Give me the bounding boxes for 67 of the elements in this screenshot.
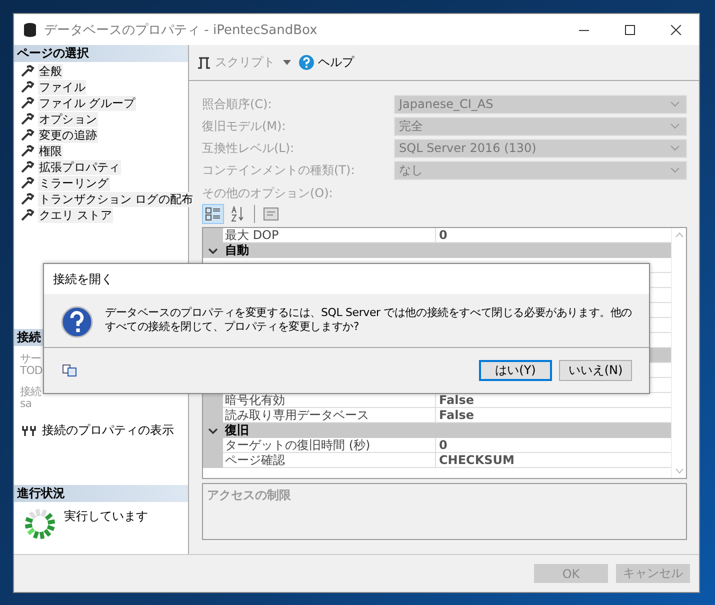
help-icon — [299, 55, 314, 70]
database-icon — [24, 22, 36, 36]
chevron-down-icon — [670, 101, 680, 107]
sort-icon — [230, 206, 246, 222]
yes-button[interactable]: はい(Y) — [479, 360, 552, 381]
category-header: 自動 — [223, 243, 671, 258]
page-item[interactable]: ファイル グループ — [38, 96, 136, 110]
page-item[interactable]: クエリ ストア — [38, 208, 113, 222]
collapse-icon[interactable] — [208, 426, 218, 434]
categorized-view-icon — [205, 207, 221, 221]
field-label: コンテインメントの種類(T): — [202, 162, 356, 178]
progress-status: 実行しています — [64, 508, 148, 525]
maximize-icon — [625, 24, 635, 34]
field-label: 互換性レベル(L): — [202, 140, 296, 156]
script-icon — [197, 56, 211, 70]
connection-info: サー — [20, 353, 41, 365]
wrench-icon — [21, 113, 35, 125]
row-header — [203, 393, 223, 408]
wrench-icon — [21, 81, 35, 93]
page-item[interactable]: オプション — [38, 112, 98, 126]
page-item[interactable]: 拡張プロパティ — [38, 160, 122, 174]
page-item[interactable]: トランザクション ログの配布 — [38, 192, 194, 206]
caret-icon[interactable] — [283, 60, 291, 65]
property-pages-icon — [263, 207, 279, 221]
wrench-icon — [21, 209, 35, 221]
connection-info: sa — [20, 398, 32, 410]
collapse-icon[interactable] — [208, 246, 218, 254]
question-icon — [61, 306, 93, 338]
wrench-icon — [21, 97, 35, 109]
wrench-icon — [21, 145, 35, 157]
row-header — [203, 453, 223, 468]
wrench-icon — [21, 177, 35, 189]
property-value: CHECKSUM — [436, 453, 671, 468]
categorized-button[interactable] — [202, 204, 224, 224]
connection-info: 接続 — [20, 386, 41, 398]
plug-icon — [22, 424, 36, 436]
connection-info: TOD — [20, 365, 42, 377]
dialog-title: 接続を開く — [44, 264, 649, 294]
wrench-icon — [21, 161, 35, 173]
page-item[interactable]: ミラーリング — [38, 176, 110, 190]
property-name: ページ確認 — [223, 453, 436, 468]
category-header: 復旧 — [223, 423, 671, 438]
page-item[interactable]: 権限 — [38, 144, 64, 158]
connection-properties-link[interactable]: 接続のプロパティの表示 — [42, 422, 174, 439]
wrench-icon — [21, 65, 35, 77]
field-label: 復旧モデル(M): — [202, 118, 287, 134]
chevron-down-icon — [670, 145, 680, 151]
page-item[interactable]: ファイル — [38, 80, 86, 94]
wrench-icon — [21, 129, 35, 141]
window-title: データベースのプロパティ - iPentecSandBox — [44, 22, 318, 38]
no-button[interactable]: いいえ(N) — [559, 360, 632, 381]
section-header: 進行状況 — [14, 485, 188, 502]
chevron-down-icon — [670, 167, 680, 173]
help-button[interactable]: ヘルプ — [318, 54, 354, 71]
close-icon — [671, 24, 681, 34]
field-label: 照合順序(C): — [202, 96, 273, 112]
property-name: ターゲットの復旧時間 (秒) — [223, 438, 436, 453]
section-header: ページの選択 — [14, 45, 188, 62]
chevron-down-icon — [670, 123, 680, 129]
property-value: 0 — [436, 438, 671, 453]
page-item[interactable]: 変更の追跡 — [38, 128, 98, 142]
page-item[interactable]: 全般 — [38, 64, 64, 78]
spinner-icon — [24, 508, 56, 540]
wrench-icon — [21, 193, 35, 205]
description-title: アクセスの制限 — [207, 488, 291, 502]
copy-icon[interactable] — [62, 364, 77, 377]
options-label: その他のオプション(O): — [202, 185, 334, 202]
